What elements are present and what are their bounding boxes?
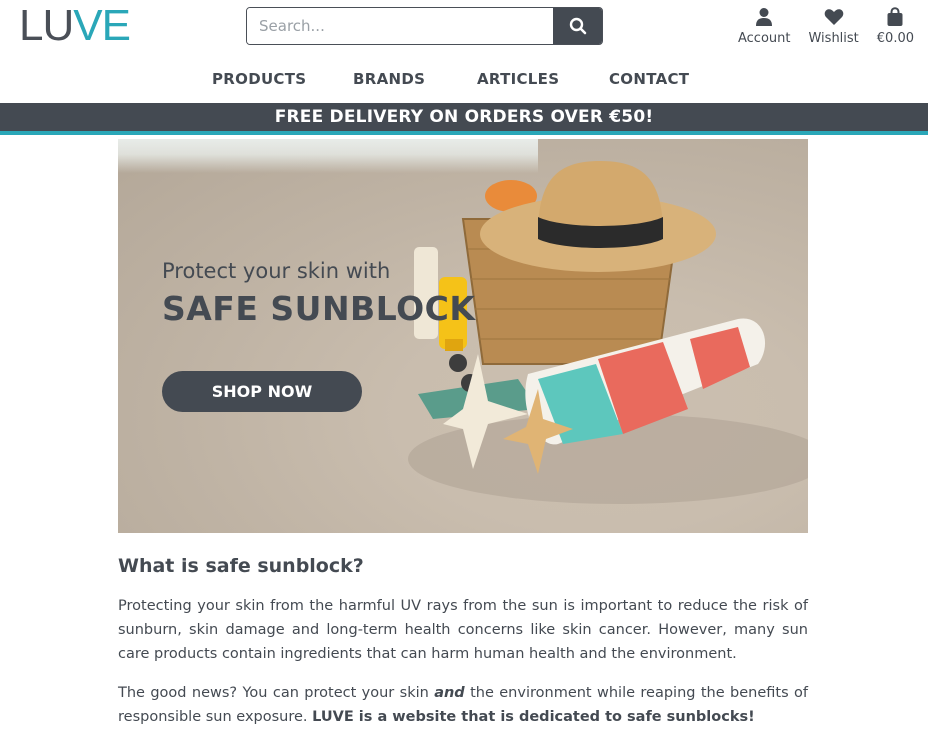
site-logo[interactable]: LUVE bbox=[19, 1, 131, 50]
delivery-banner-text: FREE DELIVERY ON ORDERS OVER €50! bbox=[274, 107, 654, 127]
heart-icon bbox=[824, 6, 844, 28]
nav-articles[interactable]: ARTICLES bbox=[477, 70, 559, 88]
search-input[interactable] bbox=[247, 8, 553, 44]
p2-text-1: The good news? You can protect your skin bbox=[118, 685, 435, 701]
cart-link[interactable]: €0.00 bbox=[877, 6, 914, 46]
search-icon bbox=[569, 17, 586, 35]
wishlist-link[interactable]: Wishlist bbox=[808, 6, 859, 46]
hero-section: Protect your skin with SAFE SUNBLOCK SHO… bbox=[118, 139, 808, 533]
nav-brands[interactable]: BRANDS bbox=[353, 70, 425, 88]
logo-text-lu: LU bbox=[19, 1, 74, 50]
search-form bbox=[246, 7, 603, 45]
logo-text-ve: VE bbox=[73, 1, 131, 50]
wishlist-label: Wishlist bbox=[808, 31, 859, 46]
article-paragraph-2: The good news? You can protect your skin… bbox=[118, 681, 808, 729]
article-section: What is safe sunblock? Protecting your s… bbox=[118, 555, 808, 744]
user-icon bbox=[755, 6, 773, 28]
nav-products[interactable]: PRODUCTS bbox=[212, 70, 306, 88]
shopping-bag-icon bbox=[886, 6, 904, 28]
account-label: Account bbox=[737, 31, 791, 46]
cart-total: €0.00 bbox=[876, 31, 914, 46]
delivery-banner: FREE DELIVERY ON ORDERS OVER €50! bbox=[0, 103, 928, 135]
main-nav: PRODUCTS BRANDS ARTICLES CONTACT bbox=[0, 70, 928, 90]
hero-tagline: Protect your skin with bbox=[162, 259, 391, 283]
nav-contact[interactable]: CONTACT bbox=[609, 70, 689, 88]
p2-emphasis: and bbox=[434, 685, 465, 701]
hero-beach-image bbox=[408, 161, 808, 504]
shop-now-button[interactable]: SHOP NOW bbox=[162, 371, 362, 412]
user-nav: Account Wishlist €0.00 bbox=[738, 6, 914, 46]
p2-strong: LUVE is a website that is dedicated to s… bbox=[312, 709, 755, 725]
hero-headline: SAFE SUNBLOCK bbox=[162, 289, 476, 328]
article-heading: What is safe sunblock? bbox=[118, 555, 364, 577]
article-paragraph-1: Protecting your skin from the harmful UV… bbox=[118, 598, 808, 662]
site-header: LUVE Account Wishlist €0.00 bbox=[0, 0, 928, 100]
search-button[interactable] bbox=[553, 8, 602, 44]
account-link[interactable]: Account bbox=[737, 6, 791, 46]
